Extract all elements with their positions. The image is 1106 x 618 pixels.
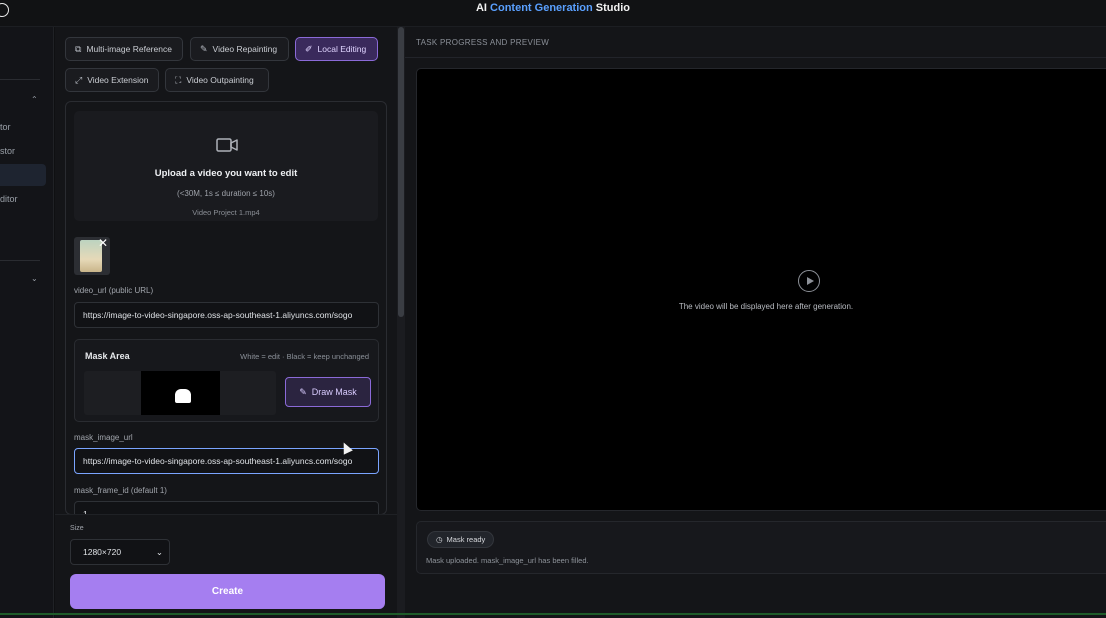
- sidebar-item-label: stor: [0, 146, 16, 156]
- mask-area-label: Mask Area: [85, 351, 130, 361]
- video-url-label: video_url (public URL): [74, 286, 154, 295]
- mask-area: Mask Area White = edit · Black = keep un…: [74, 339, 379, 422]
- tab-video-outpainting[interactable]: ⛶ Video Outpainting: [165, 68, 269, 92]
- section-divider: [405, 57, 1106, 58]
- clock-icon: ◷: [436, 535, 443, 544]
- mask-frame-id-label: mask_frame_id (default 1): [74, 486, 167, 495]
- sidebar-item-2[interactable]: stor: [0, 146, 46, 156]
- mask-image-url-input[interactable]: https://image-to-video-singapore.oss-ap-…: [74, 448, 379, 474]
- tab-label: Local Editing: [317, 44, 367, 54]
- sidebar-item-active[interactable]: [0, 164, 46, 186]
- tab-label: Multi-image Reference: [86, 44, 172, 54]
- sidebar-item-4[interactable]: ditor: [0, 194, 46, 204]
- chevron-up-icon[interactable]: ⌃: [31, 95, 38, 104]
- scrollbar[interactable]: [397, 27, 405, 618]
- sidebar-divider: [0, 79, 40, 80]
- local-editing-form: Upload a video you want to edit (<30M, 1…: [65, 101, 387, 515]
- draw-mask-label: Draw Mask: [311, 387, 357, 397]
- mask-area-hint: White = edit · Black = keep unchanged: [240, 352, 369, 361]
- mask-shape: [175, 389, 191, 403]
- pencil-icon: ✎: [299, 386, 307, 397]
- section-title: TASK PROGRESS AND PREVIEW: [416, 38, 550, 47]
- create-button[interactable]: Create: [70, 574, 385, 609]
- video-thumbnail: ✕: [74, 237, 110, 275]
- video-upload-dropzone[interactable]: Upload a video you want to edit (<30M, 1…: [74, 111, 378, 221]
- status-badge-label: Mask ready: [446, 535, 486, 544]
- brush-icon: ✎: [200, 43, 208, 54]
- pencil-icon: ✐: [305, 43, 313, 54]
- mask-frame: [141, 371, 220, 415]
- form-footer: Size 1280×720 ⌄ Create: [55, 514, 397, 618]
- tab-local-editing[interactable]: ✐ Local Editing: [295, 37, 378, 61]
- mask-frame-id-input[interactable]: 1: [74, 501, 379, 514]
- uploaded-file-name: Video Project 1.mp4: [192, 208, 260, 217]
- top-bar: AI Content Generation Studio: [0, 0, 1106, 27]
- status-message: Mask uploaded. mask_image_url has been f…: [426, 556, 589, 565]
- tab-label: Video Outpainting: [186, 75, 254, 85]
- video-preview: The video will be displayed here after g…: [416, 68, 1106, 511]
- sidebar: ⌃ tor stor ditor ⌄: [0, 27, 54, 618]
- remove-video-icon[interactable]: ✕: [98, 237, 108, 250]
- mask-preview: [84, 371, 276, 415]
- tab-multi-image-reference[interactable]: ⧉ Multi-image Reference: [65, 37, 183, 61]
- sidebar-item-label: tor: [0, 122, 11, 132]
- play-icon: [798, 270, 820, 292]
- sidebar-divider: [0, 260, 40, 261]
- size-value: 1280×720: [83, 547, 122, 557]
- preview-panel: TASK PROGRESS AND PREVIEW The video will…: [405, 27, 1106, 618]
- scrollbar-thumb[interactable]: [398, 27, 404, 317]
- status-badge: ◷ Mask ready: [427, 531, 495, 548]
- chevron-down-icon: ⌄: [155, 546, 163, 557]
- expand-icon: ⤢: [75, 74, 83, 85]
- size-label: Size: [70, 525, 84, 532]
- fullscreen-icon: ⛶: [175, 74, 182, 85]
- images-icon: ⧉: [75, 43, 82, 54]
- tab-label: Video Extension: [87, 75, 149, 85]
- bottom-accent-line: [0, 613, 1106, 615]
- video-url-input[interactable]: https://image-to-video-singapore.oss-ap-…: [74, 302, 379, 328]
- preview-placeholder: The video will be displayed here after g…: [678, 302, 854, 311]
- mask-image-url-label: mask_image_url: [74, 433, 133, 442]
- draw-mask-button[interactable]: ✎ Draw Mask: [285, 377, 371, 407]
- chevron-down-icon[interactable]: ⌄: [31, 274, 38, 283]
- tab-video-extension[interactable]: ⤢ Video Extension: [65, 68, 159, 92]
- upload-hint: (<30M, 1s ≤ duration ≤ 10s): [177, 189, 275, 198]
- size-select[interactable]: 1280×720 ⌄: [70, 539, 170, 565]
- tab-video-repainting[interactable]: ✎ Video Repainting: [190, 37, 289, 61]
- video-camera-icon: [216, 138, 238, 152]
- status-box: ◷ Mask ready Mask uploaded. mask_image_ur…: [416, 521, 1106, 574]
- tab-label: Video Repainting: [212, 44, 278, 54]
- sidebar-item-label: ditor: [0, 194, 18, 204]
- app-title: AI Content Generation Studio: [475, 2, 630, 14]
- upload-title: Upload a video you want to edit: [154, 168, 298, 179]
- sidebar-item-1[interactable]: tor: [0, 122, 46, 132]
